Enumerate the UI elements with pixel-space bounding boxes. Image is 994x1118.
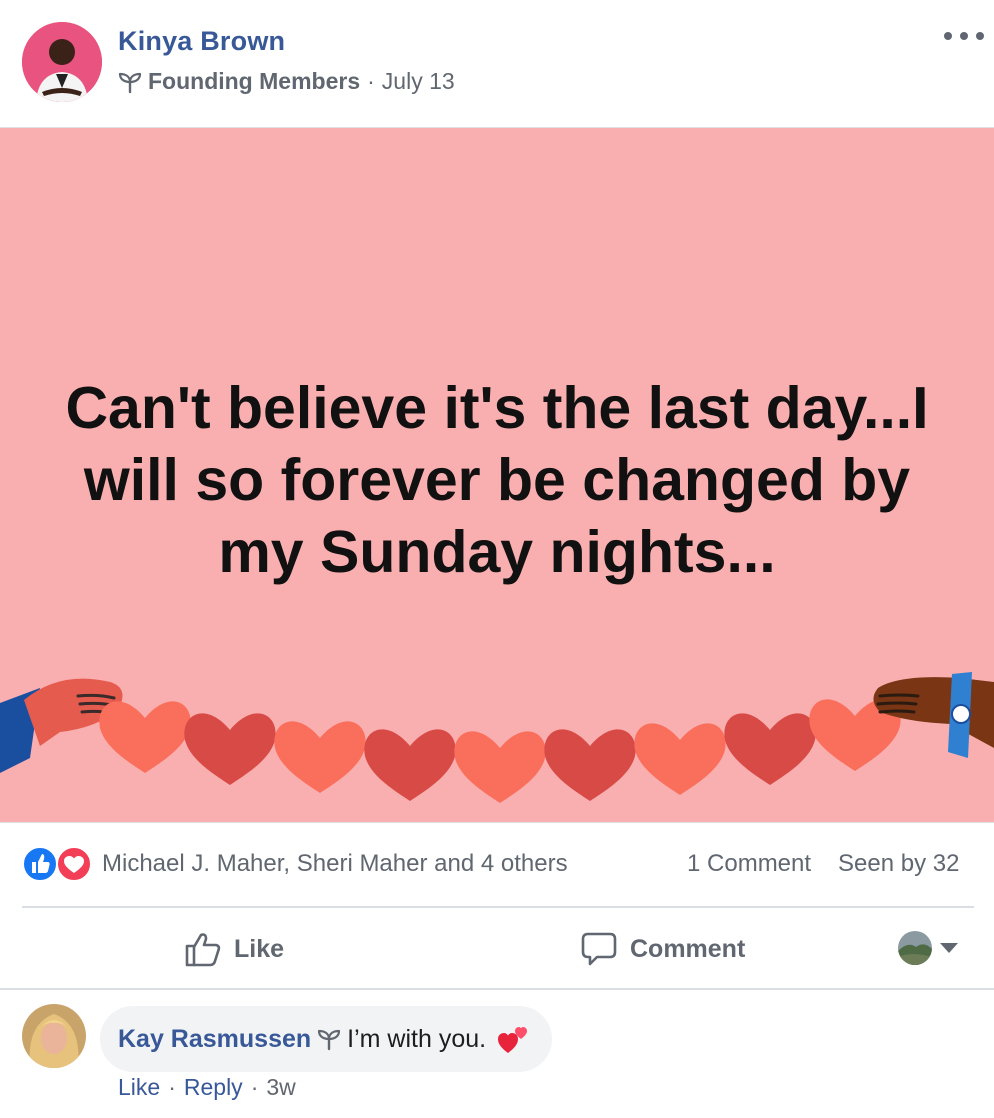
sprout-icon (118, 72, 142, 93)
comment-button[interactable]: Comment (580, 926, 745, 972)
comment-separator: · (168, 1074, 176, 1100)
comment-as-selector[interactable] (898, 928, 958, 968)
post-banner: Can't believe it's the last day...I will… (0, 127, 994, 823)
post-date[interactable]: July 13 (382, 68, 455, 95)
author-avatar-image (22, 22, 102, 102)
heart-chain (99, 699, 901, 803)
post-action-bar: Like Comment (0, 908, 994, 988)
comment-like-link[interactable]: Like (118, 1074, 160, 1101)
comment-actions: Like · Reply · 3w (118, 1074, 296, 1101)
reaction-icons[interactable] (22, 845, 96, 883)
more-dot (960, 32, 968, 40)
seen-count[interactable]: Seen by 32 (838, 850, 959, 878)
banner-text: Can't believe it's the last day...I will… (65, 375, 929, 585)
thumbs-up-icon (185, 933, 221, 967)
love-reaction-icon (56, 846, 92, 882)
commenter-avatar[interactable] (22, 1004, 86, 1068)
comment-bubble: Kay Rasmussen I’m with you. (100, 1006, 553, 1072)
more-dot (976, 32, 984, 40)
hearts-chain-illustration (0, 672, 994, 803)
like-label: Like (234, 934, 285, 963)
commenter-avatar-image (22, 1004, 86, 1068)
comment: Kay Rasmussen I’m with you. Like · Reply… (0, 990, 994, 1118)
comment-reply-link[interactable]: Reply (184, 1074, 243, 1101)
post-header: Kinya Brown Founding Members · July 13 (0, 0, 994, 127)
like-reaction-icon (22, 846, 58, 882)
commenter-name[interactable]: Kay Rasmussen (118, 1025, 311, 1054)
profile-avatar (898, 931, 932, 965)
two-hearts-emoji (498, 1027, 528, 1053)
comments-count[interactable]: 1 Comment (687, 850, 811, 878)
more-dot (944, 32, 952, 40)
speech-bubble-icon (581, 932, 617, 966)
post-meta: Founding Members · July 13 (118, 68, 455, 95)
author-avatar[interactable] (22, 22, 102, 102)
meta-separator: · (367, 68, 375, 94)
comment-text: I’m with you. (347, 1024, 487, 1053)
caret-down-icon (940, 943, 958, 953)
more-options-icon[interactable] (944, 24, 984, 48)
sprout-icon (318, 1029, 341, 1051)
like-button[interactable]: Like (184, 926, 284, 972)
group-link[interactable]: Founding Members (148, 68, 360, 95)
comment-age[interactable]: 3w (266, 1074, 295, 1101)
comment-separator: · (250, 1074, 259, 1100)
reactions-summary: Michael J. Maher, Sheri Maher and 4 othe… (22, 842, 974, 888)
comment-label: Comment (630, 934, 746, 963)
reactors-list[interactable]: Michael J. Maher, Sheri Maher and 4 othe… (102, 850, 568, 878)
author-name[interactable]: Kinya Brown (118, 26, 285, 57)
